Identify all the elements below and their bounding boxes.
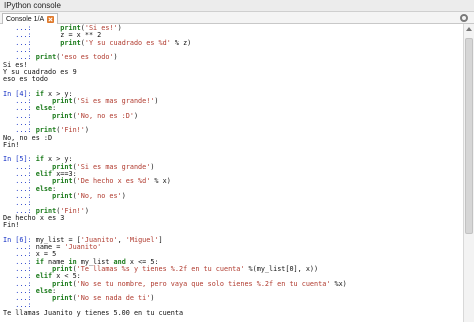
console-line: Fin! [3,220,19,230]
console-token: % z) [170,38,192,47]
console-token: 'No, no es' [76,191,122,200]
console-token: 'Te llamas %s y tienes %.2f en tu cuenta… [76,264,245,273]
console-token: % x) [150,177,171,186]
console-options-button[interactable] [458,13,470,23]
console-token: ] [158,235,163,244]
scroll-up-arrow-icon[interactable] [465,25,473,33]
console-token: 'Si es mas grande' [76,162,151,171]
console-token: , [117,235,126,244]
console-token: 'eso es todo' [60,53,114,62]
console-token: 'Si es mas grande!' [76,97,155,105]
console-token: ) [84,126,89,135]
console-token: ) [121,191,126,200]
console-token: Te llamas Juanito y tienes 5.00 en tu cu… [3,308,184,317]
vertical-scrollbar[interactable] [463,24,474,322]
ipython-console-window: IPython console Console 1/A ...: print('… [0,0,474,322]
console-token: Fin! [3,140,20,149]
console-line: Te llamas Juanito y tienes 5.00 en tu cu… [3,308,183,318]
console-line: eso es todo [3,74,48,84]
tab-label: Console 1/A [6,15,45,23]
console-token: 'No, no es :D' [76,111,134,120]
console-token: ) [84,206,89,215]
console-token: print [35,53,57,62]
console-line: Fin! [3,140,19,150]
console-token: print [52,294,73,303]
console-token: 'De hecho x es %d' [76,177,151,186]
console-token: %x) [330,279,347,288]
console-token: 'Y su cuadrado es %d' [84,38,171,47]
console-token: Fin! [3,221,20,230]
console-token: ) [150,294,155,303]
console-output[interactable]: ...: print('Si es!') ...: z = x ** 2 ...… [0,24,463,322]
console-tab-bar: Console 1/A [0,12,474,24]
console-token: ) [154,97,159,105]
console-token: print [52,191,73,200]
console-token: ) [117,24,122,32]
console-token: 'Fin!' [60,126,85,135]
tab-console-1a[interactable]: Console 1/A [2,13,59,24]
console-token: 'No se nada de ti' [76,294,151,303]
close-tab-icon[interactable] [47,15,55,23]
console-token: %(my_list[0], x)) [244,264,319,273]
console-token: 'Juanito' [64,243,102,251]
scrollbar-thumb[interactable] [465,38,473,234]
console-token: 'No se tu nombre, pero vaya que solo tie… [76,279,331,288]
console-token: ) [133,111,139,120]
gear-icon [460,14,468,22]
console-token: 'Miguel' [125,235,159,244]
console-token: ) [150,162,155,171]
console-token: ) [113,53,118,62]
window-titlebar[interactable]: IPython console [0,0,474,12]
console-token: eso es todo [3,75,49,84]
console-token: print [60,38,81,47]
window-title: IPython console [4,1,61,10]
console-token: print [52,111,73,120]
